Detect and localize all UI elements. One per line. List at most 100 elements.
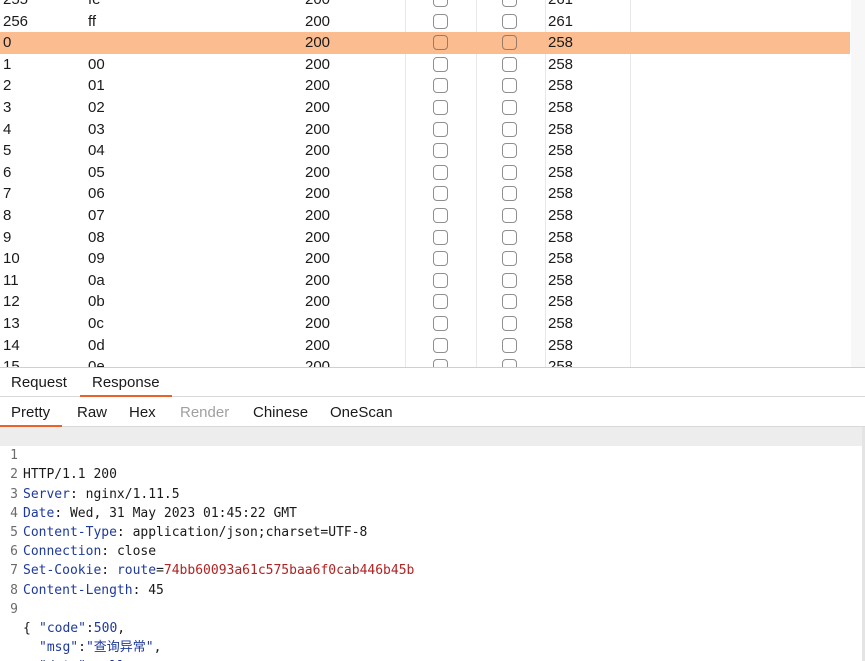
table-row[interactable]: 13 0c 200 258: [0, 313, 850, 335]
table-row[interactable]: 11 0a 200 258: [0, 270, 850, 292]
timeout-checkbox[interactable]: [502, 251, 517, 267]
row-number: 2: [3, 77, 12, 95]
table-row[interactable]: 256 ff 200 261: [0, 11, 850, 33]
row-status: 200: [305, 314, 331, 332]
row-length: 261: [548, 12, 574, 30]
row-payload: 06: [88, 185, 105, 203]
row-length: 258: [548, 34, 574, 52]
row-length: 258: [548, 358, 574, 367]
table-row[interactable]: 4 03 200 258: [0, 119, 850, 141]
table-row[interactable]: 5 04 200 258: [0, 140, 850, 162]
timeout-checkbox[interactable]: [502, 229, 517, 245]
row-status: 200: [305, 206, 331, 224]
tab-raw[interactable]: Raw: [77, 402, 107, 424]
timeout-checkbox[interactable]: [502, 99, 517, 115]
row-payload: 03: [88, 120, 105, 138]
row-payload: 08: [88, 228, 105, 246]
table-row[interactable]: 255 fe 200 261: [0, 0, 850, 11]
row-payload: 0e: [88, 358, 105, 367]
editor-line: 6 Set-Cookie: route=74bb60093a61c575baa6…: [0, 523, 865, 578]
timeout-checkbox[interactable]: [502, 186, 517, 202]
row-number: 0: [3, 34, 12, 52]
tab-request[interactable]: Request: [9, 372, 69, 394]
row-length: 258: [548, 77, 574, 95]
row-payload: ff: [88, 12, 97, 30]
table-row[interactable]: 12 0b 200 258: [0, 291, 850, 313]
row-payload: 0a: [88, 271, 105, 289]
error-checkbox[interactable]: [433, 337, 448, 353]
error-checkbox[interactable]: [433, 143, 448, 159]
row-number: 12: [3, 293, 20, 311]
timeout-checkbox[interactable]: [502, 294, 517, 310]
timeout-checkbox[interactable]: [502, 35, 517, 51]
error-checkbox[interactable]: [433, 229, 448, 245]
row-number: 10: [3, 250, 20, 268]
timeout-checkbox[interactable]: [502, 78, 517, 94]
row-status: 200: [305, 77, 331, 95]
row-payload: 05: [88, 163, 105, 181]
row-number: 5: [3, 142, 12, 160]
tab-hex[interactable]: Hex: [129, 402, 156, 424]
tab-chinese[interactable]: Chinese: [253, 402, 308, 424]
error-checkbox[interactable]: [433, 186, 448, 202]
row-number: 11: [3, 271, 19, 289]
tab-render[interactable]: Render: [180, 402, 229, 424]
row-length: 258: [548, 142, 574, 160]
row-status: 200: [305, 34, 331, 52]
error-checkbox[interactable]: [433, 251, 448, 267]
timeout-checkbox[interactable]: [502, 164, 517, 180]
error-checkbox[interactable]: [433, 56, 448, 72]
table-row[interactable]: 9 08 200 258: [0, 227, 850, 249]
timeout-checkbox[interactable]: [502, 0, 517, 7]
error-checkbox[interactable]: [433, 35, 448, 51]
row-length: 258: [548, 293, 574, 311]
timeout-checkbox[interactable]: [502, 337, 517, 353]
error-checkbox[interactable]: [433, 315, 448, 331]
timeout-checkbox[interactable]: [502, 13, 517, 29]
tab-onescan[interactable]: OneScan: [330, 402, 393, 424]
timeout-checkbox[interactable]: [502, 359, 517, 367]
timeout-checkbox[interactable]: [502, 207, 517, 223]
error-checkbox[interactable]: [433, 13, 448, 29]
table-scrollbar[interactable]: [851, 0, 865, 367]
table-row[interactable]: 7 06 200 258: [0, 183, 850, 205]
error-checkbox[interactable]: [433, 121, 448, 137]
row-length: 258: [548, 271, 574, 289]
table-row[interactable]: 0 200 258: [0, 32, 850, 54]
tab-response[interactable]: Response: [80, 372, 172, 397]
table-row[interactable]: 6 05 200 258: [0, 162, 850, 184]
table-row[interactable]: 15 0e 200 258: [0, 356, 850, 367]
row-number: 15: [3, 358, 20, 367]
row-number: 255: [3, 0, 28, 11]
error-checkbox[interactable]: [433, 99, 448, 115]
results-table[interactable]: 255fe200261256ff200261020025810020025820…: [0, 0, 865, 367]
row-length: 258: [548, 228, 574, 246]
table-row[interactable]: 3 02 200 258: [0, 97, 850, 119]
table-row[interactable]: 8 07 200 258: [0, 205, 850, 227]
editor-line: 4 Content-Type: application/json;charset…: [0, 485, 865, 540]
results-rows: 255fe200261256ff200261020025810020025820…: [0, 0, 850, 367]
error-checkbox[interactable]: [433, 78, 448, 94]
table-row[interactable]: 14 0d 200 258: [0, 335, 850, 357]
response-editor[interactable]: 1 HTTP/1.1 200 2 Server: nginx/1.11.5 3 …: [0, 427, 865, 661]
table-row[interactable]: 1 00 200 258: [0, 54, 850, 76]
editor-line: "data":null: [0, 638, 865, 661]
timeout-checkbox[interactable]: [502, 56, 517, 72]
editor-line: 3 Date: Wed, 31 May 2023 01:45:22 GMT: [0, 465, 865, 521]
error-checkbox[interactable]: [433, 359, 448, 367]
error-checkbox[interactable]: [433, 294, 448, 310]
table-row[interactable]: 10 09 200 258: [0, 248, 850, 270]
timeout-checkbox[interactable]: [502, 315, 517, 331]
timeout-checkbox[interactable]: [502, 143, 517, 159]
tab-pretty[interactable]: Pretty: [0, 402, 63, 427]
row-number: 6: [3, 163, 12, 181]
error-checkbox[interactable]: [433, 207, 448, 223]
error-checkbox[interactable]: [433, 272, 448, 288]
table-row[interactable]: 2 01 200 258: [0, 75, 850, 97]
error-checkbox[interactable]: [433, 0, 448, 7]
error-checkbox[interactable]: [433, 164, 448, 180]
timeout-checkbox[interactable]: [502, 121, 517, 137]
row-payload: 04: [88, 142, 105, 160]
row-payload: 0c: [88, 314, 104, 332]
timeout-checkbox[interactable]: [502, 272, 517, 288]
